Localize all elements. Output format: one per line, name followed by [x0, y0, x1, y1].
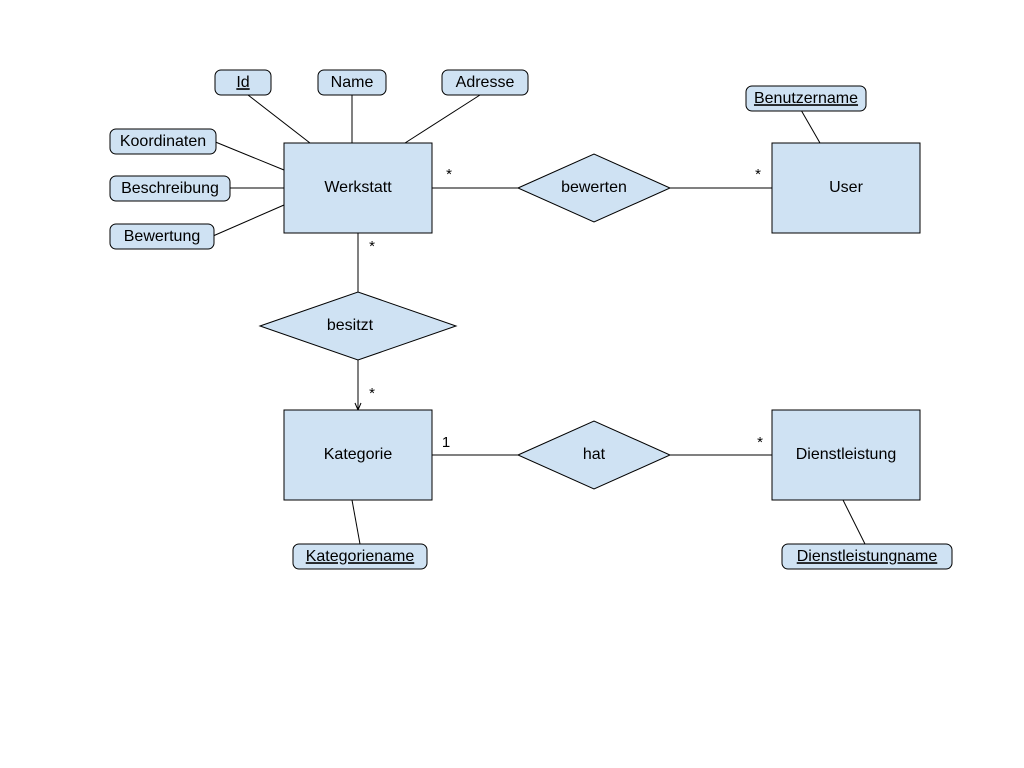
- attr-name: Name: [318, 70, 386, 95]
- attr-bewertung-label: Bewertung: [124, 228, 201, 245]
- relation-bewerten-label: bewerten: [561, 179, 627, 196]
- attr-name-label: Name: [331, 74, 374, 91]
- attr-kategoriename-label: Kategoriename: [306, 548, 415, 565]
- entity-werkstatt: Werkstatt: [284, 143, 432, 233]
- attr-bewertung: Bewertung: [110, 224, 214, 249]
- card-dienstleistung-hat: *: [757, 434, 763, 451]
- edge-koord-werkstatt: [213, 141, 284, 170]
- attr-adresse-label: Adresse: [456, 74, 515, 91]
- edge-katname-kategorie: [352, 500, 360, 544]
- relation-besitzt: besitzt: [260, 292, 456, 360]
- entity-werkstatt-label: Werkstatt: [324, 179, 392, 196]
- attr-koordinaten: Koordinaten: [110, 129, 216, 154]
- entity-kategorie-label: Kategorie: [324, 446, 393, 463]
- edge-bewertung-werkstatt: [213, 205, 284, 236]
- relation-hat: hat: [518, 421, 670, 489]
- entity-dienstleistung-label: Dienstleistung: [796, 446, 897, 463]
- entity-user: User: [772, 143, 920, 233]
- attr-adresse: Adresse: [442, 70, 528, 95]
- attr-kategoriename: Kategoriename: [293, 544, 427, 569]
- attr-beschreibung-label: Beschreibung: [121, 180, 219, 197]
- entity-user-label: User: [829, 179, 863, 196]
- relation-bewerten: bewerten: [518, 154, 670, 222]
- attr-id: Id: [215, 70, 271, 95]
- attr-beschreibung: Beschreibung: [110, 176, 230, 201]
- entity-kategorie: Kategorie: [284, 410, 432, 500]
- card-werkstatt-besitzt: *: [369, 238, 375, 255]
- card-kategorie-hat: 1: [442, 434, 450, 451]
- relation-hat-label: hat: [583, 446, 606, 463]
- edge-dlname-dienstleistung: [843, 500, 865, 544]
- attr-benutzername-label: Benutzername: [754, 90, 858, 107]
- entity-dienstleistung: Dienstleistung: [772, 410, 920, 500]
- card-werkstatt-bewerten: *: [446, 166, 452, 183]
- attr-id-label: Id: [236, 74, 249, 91]
- attr-dienstleistungname-label: Dienstleistungname: [797, 548, 938, 565]
- edge-adresse-werkstatt: [405, 95, 480, 143]
- relation-besitzt-label: besitzt: [327, 317, 374, 334]
- attr-koordinaten-label: Koordinaten: [120, 133, 206, 150]
- card-user-bewerten: *: [755, 166, 761, 183]
- attr-benutzername: Benutzername: [746, 86, 866, 111]
- edge-id-werkstatt: [248, 95, 310, 143]
- card-kategorie-besitzt: *: [369, 385, 375, 402]
- edge-benutzername-user: [801, 110, 820, 143]
- er-diagram: * * * * 1 * Id Name Adresse Koordinaten …: [0, 0, 1024, 768]
- attr-dienstleistungname: Dienstleistungname: [782, 544, 952, 569]
